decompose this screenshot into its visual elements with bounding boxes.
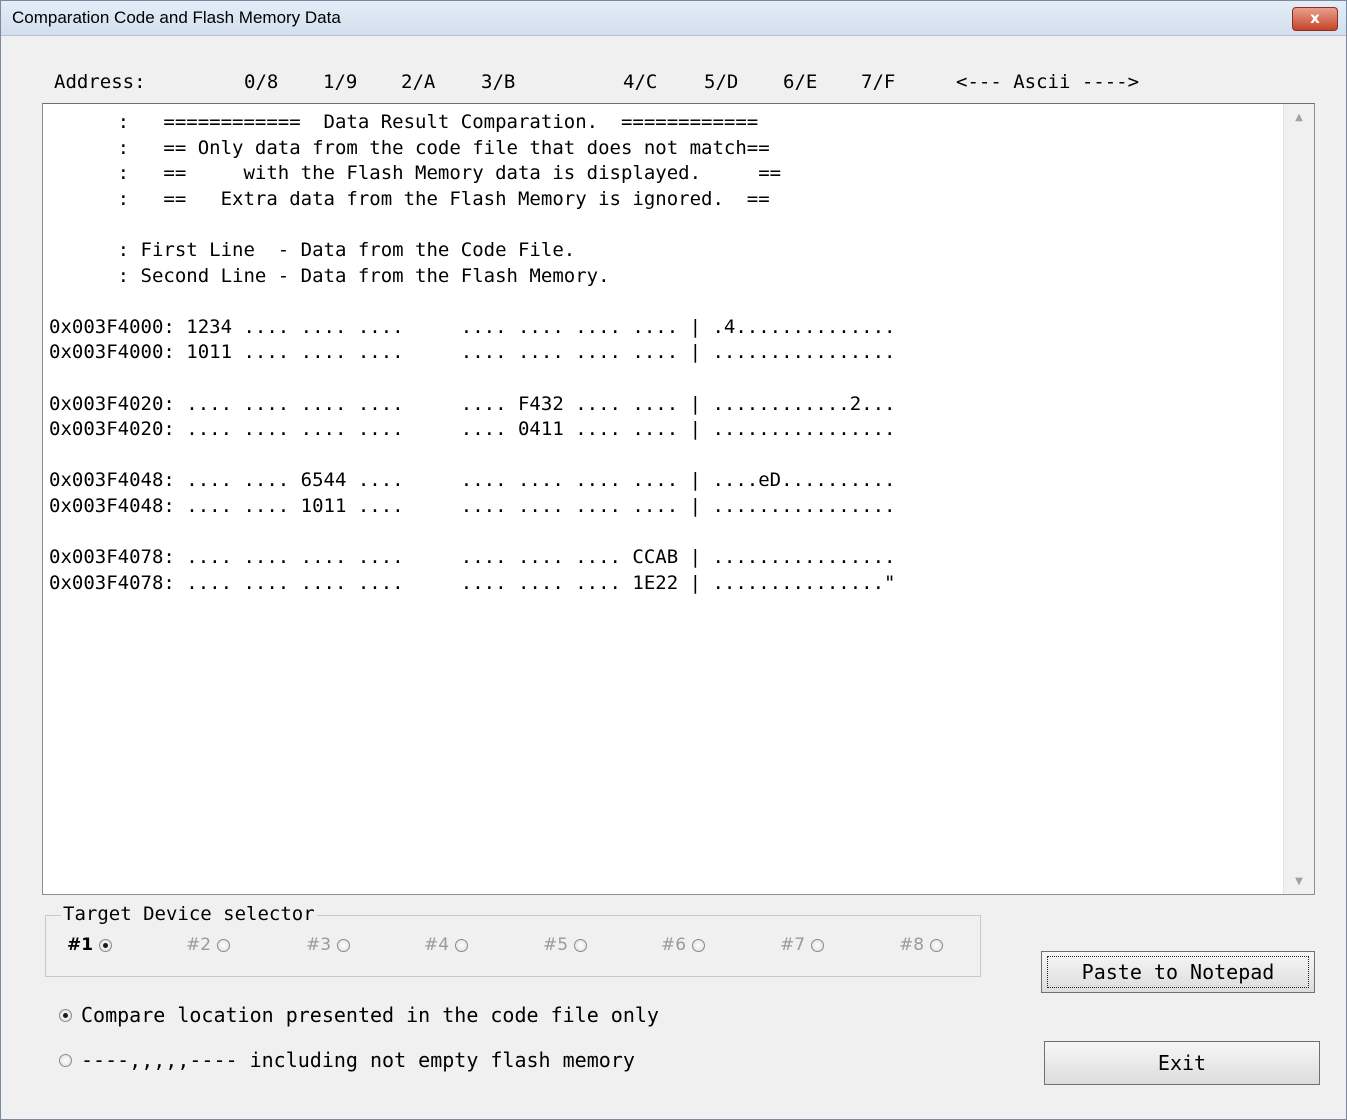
output-line: 0x003F4048: .... .... 6544 .... .... ...… — [49, 469, 896, 492]
ascii-header: <--- Ascii ----> — [956, 71, 1140, 93]
radio-button-icon[interactable] — [217, 938, 231, 952]
output-line: : First Line - Data from the Code File. — [49, 238, 576, 261]
device-radio-label: #8 — [899, 935, 925, 955]
output-line: 0x003F4078: .... .... .... .... .... ...… — [49, 546, 896, 569]
col-header-4: 4/C — [623, 71, 658, 93]
device-radio-7[interactable]: #7 — [780, 935, 825, 955]
radio-include-non-empty[interactable] — [59, 1053, 72, 1067]
device-radio-3[interactable]: #3 — [306, 935, 351, 955]
radio-button-icon[interactable] — [692, 938, 706, 952]
output-line: 0x003F4078: .... .... .... .... .... ...… — [49, 571, 896, 594]
device-radio-5[interactable]: #5 — [543, 935, 588, 955]
vertical-scrollbar[interactable]: ▲ ▼ — [1283, 104, 1314, 894]
device-radio-label: #4 — [424, 935, 450, 955]
option-include-non-empty-label: ----,,,,,---- including not empty flash … — [81, 1048, 635, 1072]
col-header-7: 7/F — [861, 71, 896, 93]
option-compare-code-only-label: Compare location presented in the code f… — [81, 1003, 659, 1027]
output-line: 0x003F4048: .... .... 1011 .... .... ...… — [49, 494, 896, 517]
title-bar: Comparation Code and Flash Memory Data x — [1, 1, 1346, 36]
paste-to-notepad-button[interactable]: Paste to Notepad — [1041, 951, 1315, 993]
device-radio-6[interactable]: #6 — [661, 935, 706, 955]
option-compare-code-only[interactable]: Compare location presented in the code f… — [59, 1003, 659, 1027]
radio-button-icon[interactable] — [811, 938, 825, 952]
output-line: 0x003F4020: .... .... .... .... .... F43… — [49, 392, 896, 415]
scroll-up-arrow-icon[interactable]: ▲ — [1292, 112, 1306, 123]
device-radio-2[interactable]: #2 — [186, 935, 231, 955]
radio-compare-code-only[interactable] — [59, 1008, 72, 1022]
output-text: : ============ Data Result Comparation. … — [49, 110, 1279, 596]
device-radio-8[interactable]: #8 — [899, 935, 944, 955]
device-radio-label: #3 — [306, 935, 332, 955]
option-include-non-empty[interactable]: ----,,,,,---- including not empty flash … — [59, 1048, 635, 1072]
device-radio-label: #7 — [780, 935, 806, 955]
output-line: 0x003F4000: 1011 .... .... .... .... ...… — [49, 341, 896, 364]
comparation-window: Comparation Code and Flash Memory Data x… — [0, 0, 1347, 1120]
window-title: Comparation Code and Flash Memory Data — [12, 8, 341, 27]
col-header-0: 0/8 — [244, 71, 279, 93]
col-header-6: 6/E — [783, 71, 818, 93]
device-radio-label: #5 — [543, 935, 569, 955]
radio-button-icon[interactable] — [99, 938, 113, 952]
scroll-down-arrow-icon[interactable]: ▼ — [1292, 876, 1306, 887]
output-line: 0x003F4000: 1234 .... .... .... .... ...… — [49, 315, 896, 338]
device-radio-label: #1 — [67, 935, 94, 955]
col-header-5: 5/D — [704, 71, 739, 93]
radio-button-icon[interactable] — [930, 938, 944, 952]
output-line: : == Only data from the code file that d… — [49, 136, 770, 159]
output-line: : ============ Data Result Comparation. … — [49, 111, 759, 133]
exit-button[interactable]: Exit — [1044, 1041, 1320, 1085]
paste-to-notepad-label: Paste to Notepad — [1047, 956, 1309, 988]
address-label: Address: — [54, 71, 146, 93]
output-line: 0x003F4020: .... .... .... .... .... 041… — [49, 418, 896, 441]
target-device-label: Target Device selector — [61, 903, 317, 925]
col-header-2: 2/A — [401, 71, 436, 93]
output-line: : == Extra data from the Flash Memory is… — [49, 187, 770, 210]
device-radio-label: #6 — [661, 935, 687, 955]
device-radio-label: #2 — [186, 935, 212, 955]
exit-label: Exit — [1157, 1051, 1207, 1075]
col-header-1: 1/9 — [323, 71, 358, 93]
close-button[interactable]: x — [1292, 7, 1338, 31]
output-line: : == with the Flash Memory data is displ… — [49, 162, 782, 185]
comparison-output-textbox[interactable]: : ============ Data Result Comparation. … — [42, 103, 1315, 895]
device-radio-4[interactable]: #4 — [424, 935, 469, 955]
col-header-3: 3/B — [481, 71, 516, 93]
radio-button-icon[interactable] — [337, 938, 351, 952]
output-line: : Second Line - Data from the Flash Memo… — [49, 264, 610, 287]
device-radio-1[interactable]: #1 — [67, 935, 113, 955]
close-icon: x — [1310, 9, 1320, 27]
radio-button-icon[interactable] — [455, 938, 469, 952]
radio-button-icon[interactable] — [574, 938, 588, 952]
